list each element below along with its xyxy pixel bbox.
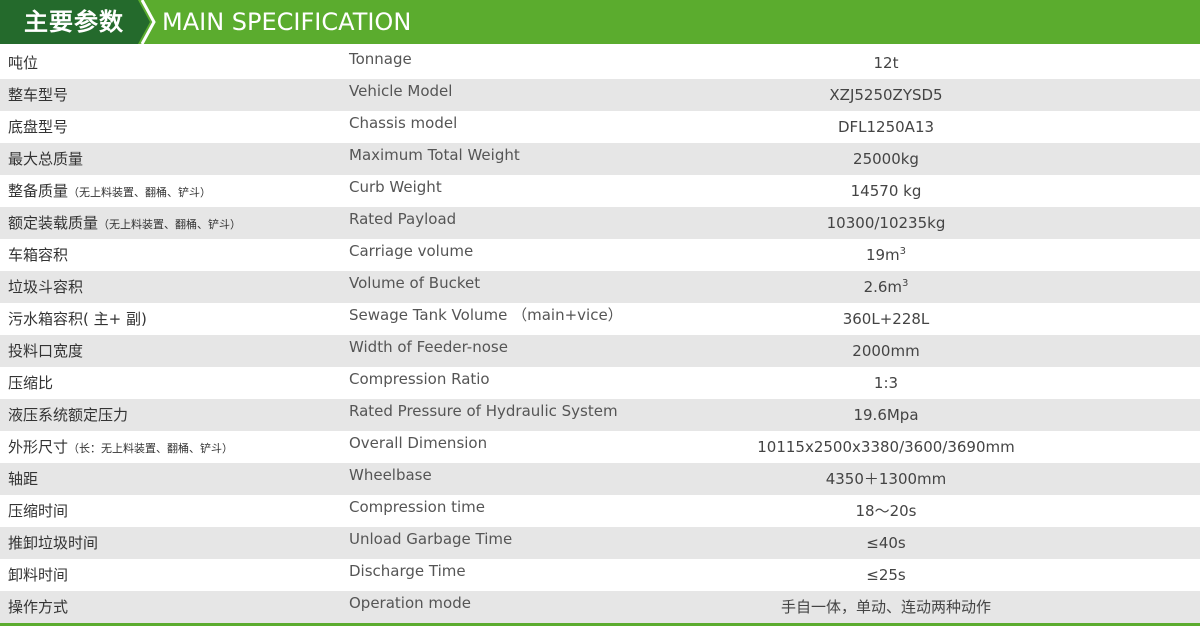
param-value: 2000mm [852, 342, 920, 360]
bottom-divider [0, 623, 1200, 626]
param-name-en: Operation mode [349, 594, 471, 612]
table-row: 推卸垃圾时间 Unload Garbage Time ≤40s [0, 527, 1200, 559]
table-row: 外形尺寸（长：无上料装置、翻桶、铲斗） Overall Dimension 10… [0, 431, 1200, 463]
table-row: 整备质量（无上料装置、翻桶、铲斗） Curb Weight 14570 kg [0, 175, 1200, 207]
param-value: 4350＋1300mm [825, 470, 947, 488]
param-value: 2.6m3 [863, 278, 909, 296]
param-name-cn: 液压系统额定压力 [8, 406, 129, 424]
param-value: 1:3 [873, 374, 899, 392]
param-name-cn: 底盘型号 [8, 118, 69, 136]
param-name-cn: 整备质量（无上料装置、翻桶、铲斗） [8, 182, 212, 200]
param-value: 19.6Mpa [853, 406, 919, 424]
param-name-cn: 压缩比 [8, 374, 54, 392]
param-value: ≤40s [866, 534, 906, 552]
table-row: 投料口宽度 Width of Feeder-nose 2000mm [0, 335, 1200, 367]
param-name-cn: 车箱容积 [8, 246, 69, 264]
table-row: 卸料时间 Discharge Time ≤25s [0, 559, 1200, 591]
param-name-en: Width of Feeder-nose [349, 338, 508, 356]
param-value: 360L+228L [842, 310, 930, 328]
table-row: 操作方式 Operation mode 手自一体，单动、连动两种动作 [0, 591, 1200, 623]
param-name-cn: 最大总质量 [8, 150, 84, 168]
param-name-cn: 外形尺寸（长：无上料装置、翻桶、铲斗） [8, 438, 234, 456]
table-row: 轴距 Wheelbase 4350＋1300mm [0, 463, 1200, 495]
param-name-en: Discharge Time [349, 562, 466, 580]
header-title-en: MAIN SPECIFICATION [162, 8, 412, 36]
param-name-cn: 吨位 [8, 54, 39, 72]
param-name-cn: 垃圾斗容积 [8, 278, 84, 296]
param-value: ≤25s [866, 566, 906, 584]
param-name-cn: 压缩时间 [8, 502, 69, 520]
param-name-en: Curb Weight [349, 178, 442, 196]
param-value: 手自一体，单动、连动两种动作 [780, 598, 991, 616]
param-value: 14570 kg [850, 182, 922, 200]
param-name-cn: 额定装载质量（无上料装置、翻桶、铲斗） [8, 214, 242, 232]
param-value: 12t [873, 54, 899, 72]
param-name-en: Overall Dimension [349, 434, 488, 452]
param-value: DFL1250A13 [837, 118, 935, 136]
param-name-cn: 推卸垃圾时间 [8, 534, 99, 552]
param-value: 19m3 [865, 246, 907, 264]
param-name-en: Vehicle Model [349, 82, 453, 100]
param-name-cn: 轴距 [8, 470, 39, 488]
table-row: 吨位 Tonnage 12t [0, 47, 1200, 79]
param-name-en: Compression Ratio [349, 370, 490, 388]
param-name-en: Unload Garbage Time [349, 530, 513, 548]
param-name-cn: 污水箱容积( 主+ 副) [8, 310, 147, 328]
param-name-en: Maximum Total Weight [349, 146, 520, 164]
param-value: 10300/10235kg [826, 214, 946, 232]
table-row: 底盘型号 Chassis model DFL1250A13 [0, 111, 1200, 143]
param-name-en: Wheelbase [349, 466, 432, 484]
param-name-cn: 整车型号 [8, 86, 69, 104]
param-name-en: Compression time [349, 498, 485, 516]
param-name-en: Carriage volume [349, 242, 474, 260]
param-name-en: Rated Payload [349, 210, 457, 228]
param-value: XZJ5250ZYSD5 [829, 86, 943, 104]
param-name-en: Sewage Tank Volume （main+vice） [349, 306, 623, 324]
table-row: 整车型号 Vehicle Model XZJ5250ZYSD5 [0, 79, 1200, 111]
table-row: 车箱容积 Carriage volume 19m3 [0, 239, 1200, 271]
table-row: 污水箱容积( 主+ 副) Sewage Tank Volume （main+vi… [0, 303, 1200, 335]
param-value: 25000kg [853, 150, 919, 168]
param-name-cn: 操作方式 [8, 598, 69, 616]
param-value: 10115x2500x3380/3600/3690mm [757, 438, 1015, 456]
table-row: 最大总质量 Maximum Total Weight 25000kg [0, 143, 1200, 175]
param-name-en: Tonnage [349, 50, 412, 68]
param-name-en: Rated Pressure of Hydraulic System [349, 402, 618, 420]
table-row: 压缩时间 Compression time 18～20s [0, 495, 1200, 527]
spec-table: 吨位 Tonnage 12t 整车型号 Vehicle Model XZJ525… [0, 47, 1200, 623]
param-name-cn: 投料口宽度 [8, 342, 84, 360]
table-row: 额定装载质量（无上料装置、翻桶、铲斗） Rated Payload 10300/… [0, 207, 1200, 239]
param-name-en: Chassis model [349, 114, 458, 132]
param-value: 18～20s [855, 502, 917, 520]
param-name-en: Volume of Bucket [349, 274, 481, 292]
table-row: 液压系统额定压力 Rated Pressure of Hydraulic Sys… [0, 399, 1200, 431]
chevron-right-icon [140, 0, 156, 44]
param-name-cn: 卸料时间 [8, 566, 69, 584]
section-header: 主要参数 MAIN SPECIFICATION [0, 0, 1200, 44]
header-title-cn: 主要参数 [24, 8, 124, 36]
